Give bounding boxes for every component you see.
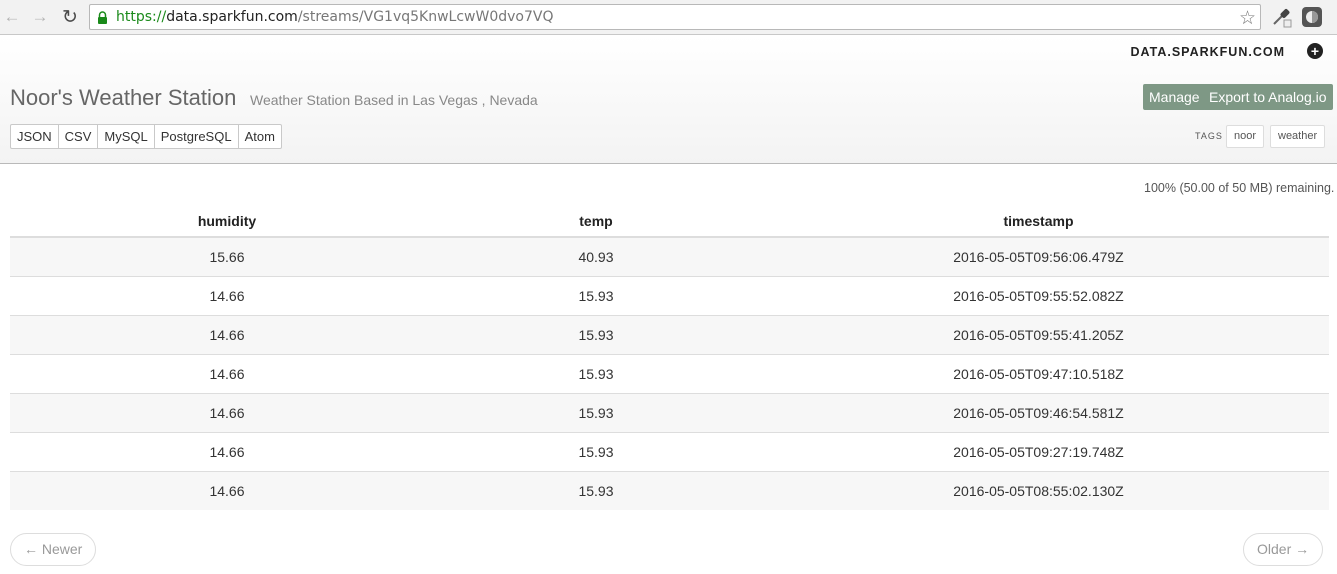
brand-link[interactable]: DATA.SPARKFUN.COM [1131,45,1286,59]
column-header-timestamp: timestamp [748,206,1329,238]
cell-timestamp: 2016-05-05T09:46:54.581Z [748,392,1329,432]
cell-humidity: 14.66 [10,392,444,432]
cell-temp: 15.93 [444,275,748,315]
back-arrow-icon[interactable]: ← [2,7,22,27]
table-row: 14.66 15.93 2016-05-05T09:55:52.082Z [10,275,1329,315]
forward-arrow-icon[interactable]: → [30,7,50,27]
format-atom-button[interactable]: Atom [239,125,281,148]
column-header-temp: temp [444,206,748,238]
cell-timestamp: 2016-05-05T09:55:41.205Z [748,314,1329,354]
browser-toolbar: ← → ↻ https://data.sparkfun.com/streams/… [0,0,1337,35]
table-row: 14.66 15.93 2016-05-05T09:27:19.748Z [10,431,1329,471]
address-bar[interactable]: https://data.sparkfun.com/streams/VG1vq5… [89,4,1261,30]
eyedropper-icon[interactable] [1270,6,1292,28]
table-row: 14.66 15.93 2016-05-05T09:46:54.581Z [10,392,1329,432]
stream-header: DATA.SPARKFUN.COM + Noor's Weather Stati… [0,36,1337,164]
page-subtitle: Weather Station Based in Las Vegas , Nev… [250,92,538,108]
cell-temp: 15.93 [444,470,748,510]
cell-humidity: 14.66 [10,275,444,315]
table-row: 14.66 15.93 2016-05-05T09:47:10.518Z [10,353,1329,393]
cell-timestamp: 2016-05-05T08:55:02.130Z [748,470,1329,510]
url-host: data.sparkfun.com [166,9,298,25]
reload-icon[interactable]: ↻ [60,7,80,28]
cell-humidity: 14.66 [10,431,444,471]
format-mysql-button[interactable]: MySQL [98,125,155,148]
plus-icon[interactable]: + [1307,43,1323,59]
table-header-row: humidity temp timestamp [10,206,1329,238]
manage-button[interactable]: Manage [1143,84,1206,110]
format-csv-button[interactable]: CSV [59,125,99,148]
newer-button[interactable]: ← Newer [10,533,97,566]
table-row: 14.66 15.93 2016-05-05T09:55:41.205Z [10,314,1329,354]
column-header-humidity: humidity [10,206,444,238]
page-title: Noor's Weather Station [10,85,237,110]
url-path: /streams/VG1vq5KnwLcwW0dvo7VQ [297,9,554,25]
cell-humidity: 14.66 [10,353,444,393]
format-json-button[interactable]: JSON [11,125,59,148]
cell-timestamp: 2016-05-05T09:27:19.748Z [748,431,1329,471]
cell-timestamp: 2016-05-05T09:56:06.479Z [748,236,1329,276]
cell-humidity: 15.66 [10,236,444,276]
lock-icon [98,11,107,24]
star-icon[interactable]: ☆ [1239,7,1256,30]
cell-temp: 15.93 [444,392,748,432]
storage-remaining: 100% (50.00 of 50 MB) remaining. [1144,181,1335,195]
export-analog-button[interactable]: Export to Analog.io [1203,84,1333,110]
table-row: 15.66 40.93 2016-05-05T09:56:06.479Z [10,236,1329,276]
tags-label: TAGS [1195,131,1223,141]
cell-humidity: 14.66 [10,314,444,354]
format-postgresql-button[interactable]: PostgreSQL [155,125,239,148]
cell-temp: 15.93 [444,353,748,393]
cell-timestamp: 2016-05-05T09:47:10.518Z [748,353,1329,393]
export-format-group: JSON CSV MySQL PostgreSQL Atom [10,124,282,149]
cell-temp: 15.93 [444,314,748,354]
tag-noor[interactable]: noor [1226,125,1265,148]
older-button[interactable]: Older → [1243,533,1324,566]
table-row: 14.66 15.93 2016-05-05T08:55:02.130Z [10,470,1329,510]
cell-humidity: 14.66 [10,470,444,510]
extension-icon[interactable] [1301,6,1323,28]
data-table: humidity temp timestamp 15.66 40.93 2016… [10,206,1329,510]
cell-temp: 40.93 [444,236,748,276]
tag-weather[interactable]: weather [1270,125,1326,148]
cell-timestamp: 2016-05-05T09:55:52.082Z [748,275,1329,315]
cell-temp: 15.93 [444,431,748,471]
url-text: https://data.sparkfun.com/streams/VG1vq5… [116,9,553,25]
url-scheme: https:// [116,9,167,25]
